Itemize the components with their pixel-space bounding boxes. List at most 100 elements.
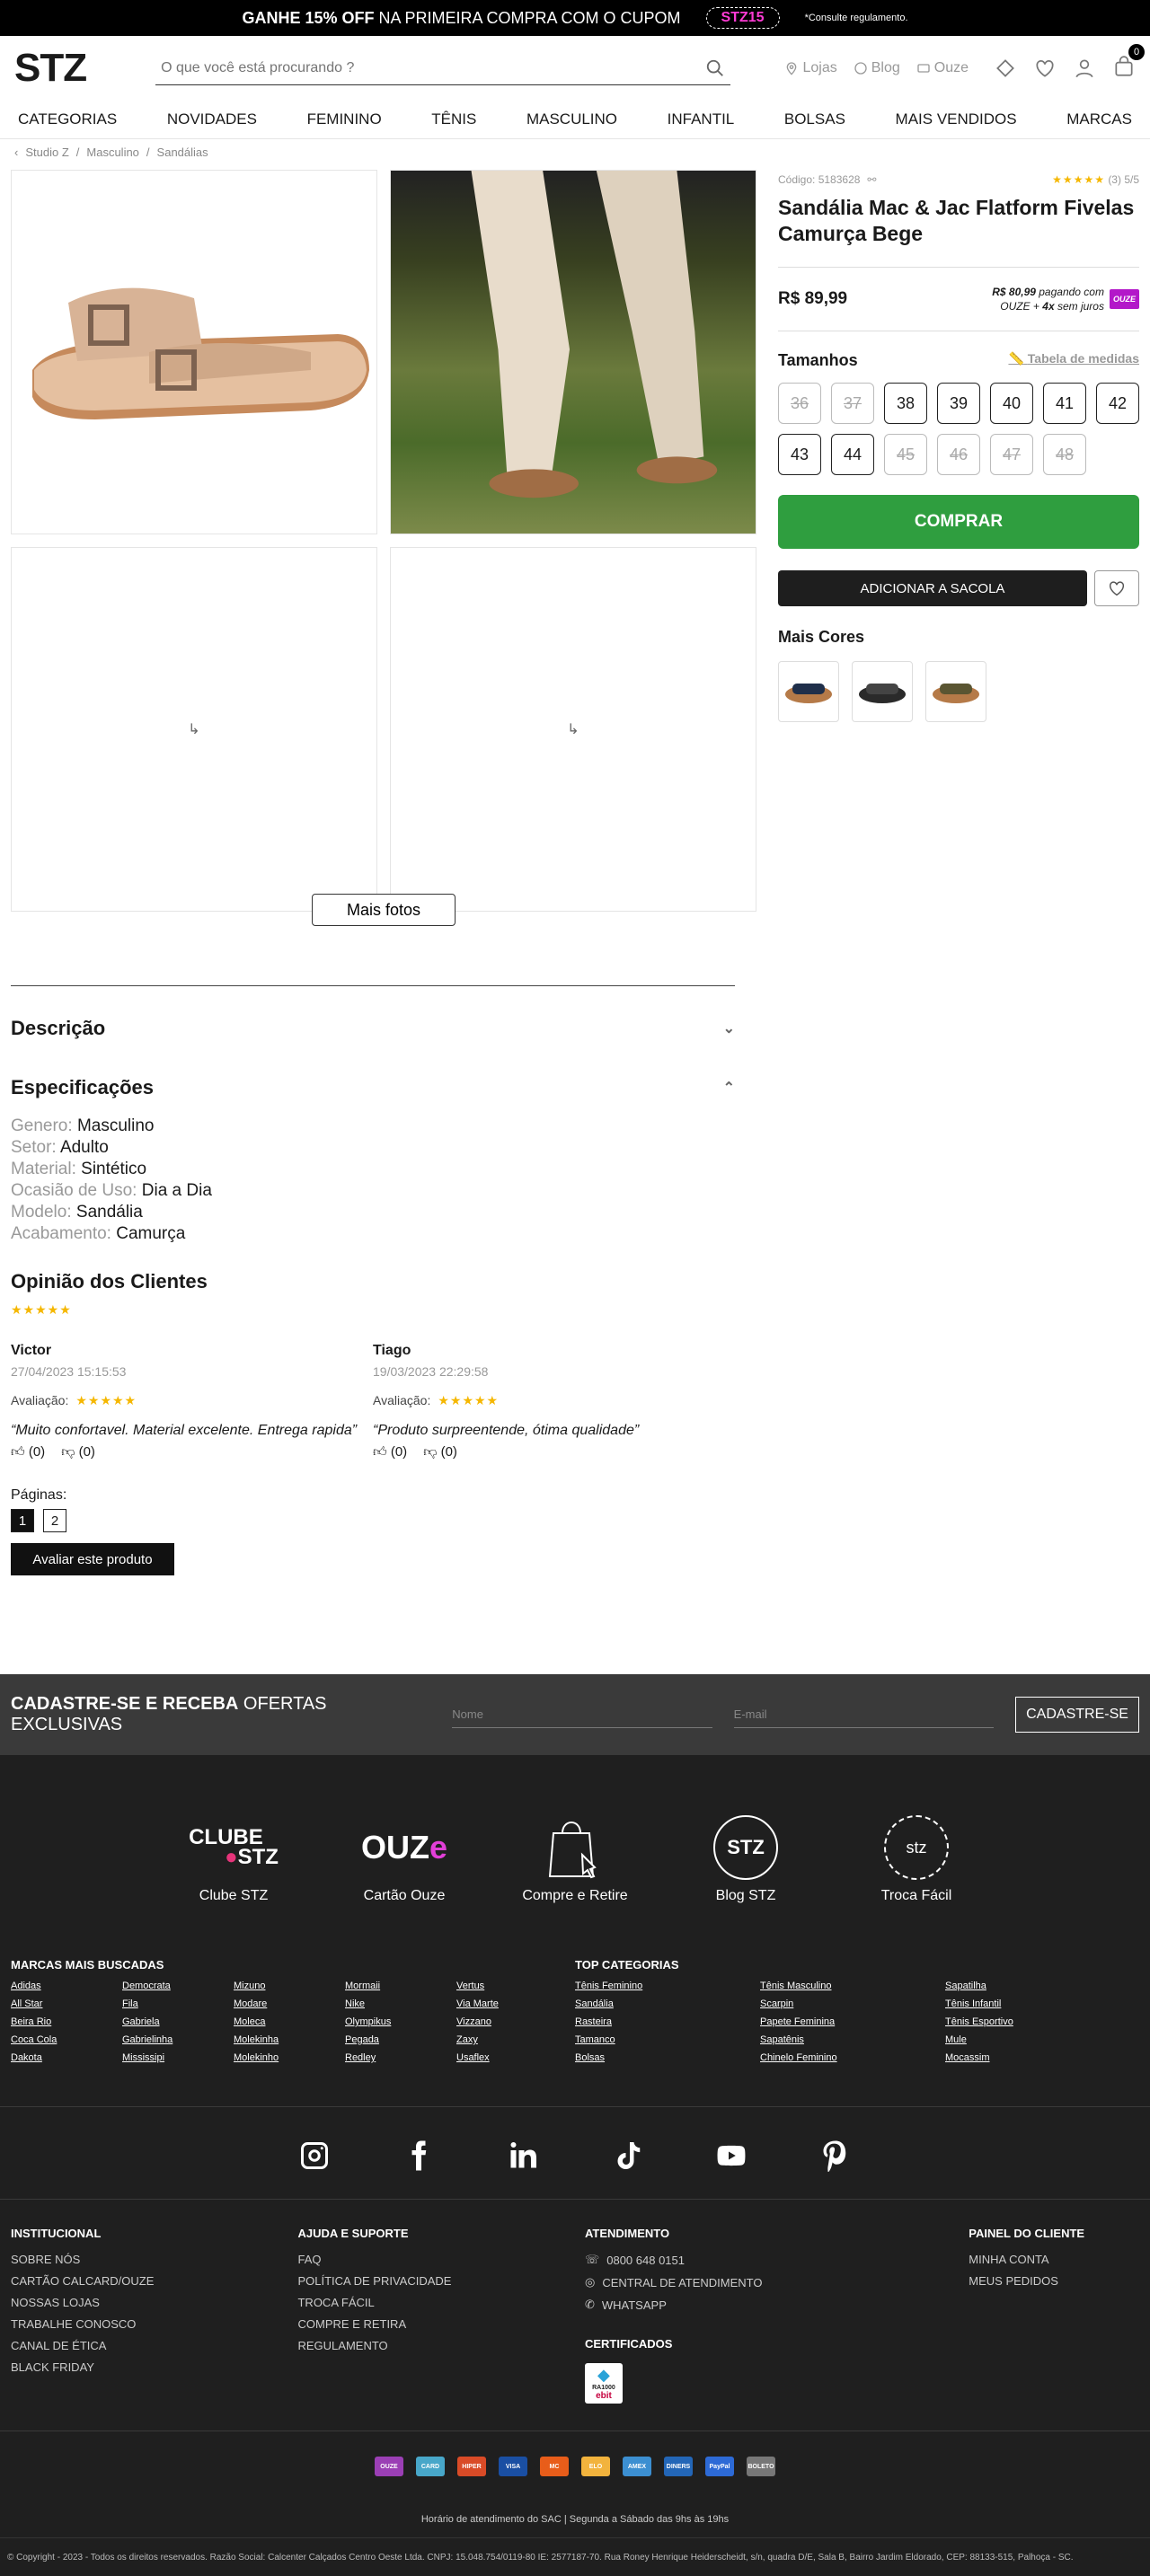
nav-tenis[interactable]: TÊNIS — [431, 110, 476, 128]
category-link[interactable]: Mule — [945, 2034, 1130, 2052]
category-link[interactable]: Tênis Feminino — [575, 1981, 760, 1998]
category-link[interactable]: Tênis Infantil — [945, 1998, 1130, 2016]
brand-link[interactable]: Gabriela — [122, 2016, 234, 2034]
specs-accordion[interactable]: Especificações ⌃ — [11, 1076, 735, 1099]
nav-marcas[interactable]: MARCAS — [1066, 110, 1132, 128]
rate-product-button[interactable]: Avaliar este produto — [11, 1543, 174, 1575]
brand-link[interactable]: Mormaii — [345, 1981, 456, 1998]
add-to-bag-button[interactable]: ADICIONAR A SACOLA — [778, 570, 1087, 606]
product-image-4[interactable]: ↳ — [390, 547, 756, 912]
page-2[interactable]: 2 — [43, 1509, 66, 1532]
linkedin-icon[interactable] — [507, 2139, 539, 2172]
service-center-link[interactable]: ◎ CENTRAL DE ATENDIMENTO — [585, 2275, 969, 2289]
instagram-icon[interactable] — [298, 2139, 331, 2172]
footer-link-painel[interactable]: MEUS PEDIDOS — [969, 2274, 1139, 2288]
breadcrumb-home[interactable]: Studio Z — [25, 146, 68, 159]
newsletter-name-input[interactable] — [452, 1701, 712, 1728]
search-icon[interactable] — [705, 58, 725, 78]
color-option-olive[interactable] — [925, 661, 986, 722]
bag-button[interactable]: 0 — [1112, 43, 1145, 83]
nav-novidades[interactable]: NOVIDADES — [167, 110, 257, 128]
category-link[interactable]: Papete Feminina — [760, 2016, 945, 2034]
brand-link[interactable]: Molekinha — [234, 2034, 345, 2052]
category-link[interactable]: Scarpin — [760, 1998, 945, 2016]
size-option-37[interactable]: 37 — [831, 383, 874, 424]
brand-link[interactable]: Adidas — [11, 1981, 122, 1998]
brand-link[interactable]: Coca Cola — [11, 2034, 122, 2052]
size-option-36[interactable]: 36 — [778, 383, 821, 424]
facebook-icon[interactable] — [402, 2139, 435, 2172]
logo[interactable]: STZ — [14, 46, 141, 91]
brand-link[interactable]: Vizzano — [456, 2016, 568, 2034]
product-image-1[interactable] — [11, 170, 377, 534]
brand-link[interactable]: Usaflex — [456, 2052, 568, 2070]
newsletter-submit-button[interactable]: CADASTRE-SE — [1015, 1697, 1139, 1733]
brand-link[interactable]: Zaxy — [456, 2034, 568, 2052]
stores-link[interactable]: Lojas — [784, 60, 837, 76]
whatsapp-link[interactable]: ✆ WHATSAPP — [585, 2298, 969, 2312]
size-option-48[interactable]: 48 — [1043, 434, 1086, 475]
tiktok-icon[interactable] — [611, 2139, 643, 2172]
color-option-black[interactable] — [852, 661, 913, 722]
category-link[interactable]: Bolsas — [575, 2052, 760, 2070]
size-table-link[interactable]: 📏 Tabela de medidas — [1008, 351, 1139, 370]
nav-mais-vendidos[interactable]: MAIS VENDIDOS — [896, 110, 1017, 128]
brand-link[interactable]: Vertus — [456, 1981, 568, 1998]
brand-link[interactable]: Moleca — [234, 2016, 345, 2034]
size-option-43[interactable]: 43 — [778, 434, 821, 475]
ouze-link[interactable]: Ouze — [916, 60, 969, 76]
nav-masculino[interactable]: MASCULINO — [526, 110, 617, 128]
category-link[interactable]: Tamanco — [575, 2034, 760, 2052]
blog-link[interactable]: Blog — [854, 60, 900, 76]
category-link[interactable]: Tênis Masculino — [760, 1981, 945, 1998]
page-1[interactable]: 1 — [11, 1509, 34, 1532]
category-link[interactable]: Chinelo Feminino — [760, 2052, 945, 2070]
feature-compre-retire[interactable]: Compre e Retire — [512, 1807, 638, 1904]
user-icon[interactable] — [1073, 57, 1096, 80]
footer-link-ajuda[interactable]: POLÍTICA DE PRIVACIDADE — [297, 2274, 584, 2288]
youtube-icon[interactable] — [715, 2139, 748, 2172]
helpful-button[interactable]: 👍︎ (0) — [11, 1444, 45, 1460]
newsletter-email-input[interactable] — [733, 1701, 995, 1728]
brand-link[interactable]: Beira Rio — [11, 2016, 122, 2034]
product-image-3[interactable]: ↳ — [11, 547, 377, 912]
footer-link-institucional[interactable]: NOSSAS LOJAS — [11, 2296, 297, 2309]
footer-link-ajuda[interactable]: TROCA FÁCIL — [297, 2296, 584, 2309]
product-image-2[interactable] — [390, 170, 756, 534]
nav-bolsas[interactable]: BOLSAS — [784, 110, 845, 128]
phone-link[interactable]: ☏ 0800 648 0151 — [585, 2253, 969, 2267]
footer-link-painel[interactable]: MINHA CONTA — [969, 2253, 1139, 2266]
nav-feminino[interactable]: FEMININO — [307, 110, 382, 128]
brand-link[interactable]: Democrata — [122, 1981, 234, 1998]
brand-link[interactable]: Mississipi — [122, 2052, 234, 2070]
category-link[interactable]: Sapatênis — [760, 2034, 945, 2052]
brand-link[interactable]: Via Marte — [456, 1998, 568, 2016]
search-input[interactable] — [161, 59, 701, 76]
size-option-38[interactable]: 38 — [884, 383, 927, 424]
brand-link[interactable]: Redley — [345, 2052, 456, 2070]
feature-troca-facil[interactable]: stz Troca Fácil — [854, 1807, 979, 1904]
size-option-42[interactable]: 42 — [1096, 383, 1139, 424]
breadcrumb-sandalias[interactable]: Sandálias — [157, 146, 208, 159]
brand-link[interactable]: Gabrielinha — [122, 2034, 234, 2052]
pinterest-icon[interactable] — [819, 2139, 852, 2172]
category-link[interactable]: Sapatilha — [945, 1981, 1130, 1998]
certificates-badges[interactable]: ◆ RA1000 ebit — [584, 2363, 623, 2404]
brand-link[interactable]: Mizuno — [234, 1981, 345, 1998]
not-helpful-button[interactable]: 👎︎ (0) — [61, 1444, 95, 1460]
size-option-41[interactable]: 41 — [1043, 383, 1086, 424]
size-option-39[interactable]: 39 — [937, 383, 980, 424]
feature-clube-stz[interactable]: CLUBE ●STZ Clube STZ — [171, 1807, 296, 1904]
nav-infantil[interactable]: INFANTIL — [668, 110, 735, 128]
breadcrumb-masculino[interactable]: Masculino — [86, 146, 139, 159]
footer-link-institucional[interactable]: BLACK FRIDAY — [11, 2360, 297, 2374]
brand-link[interactable]: Modare — [234, 1998, 345, 2016]
category-link[interactable]: Tênis Esportivo — [945, 2016, 1130, 2034]
brand-link[interactable]: Pegada — [345, 2034, 456, 2052]
brand-link[interactable]: Olympikus — [345, 2016, 456, 2034]
nav-categorias[interactable]: CATEGORIAS — [18, 110, 117, 128]
size-option-44[interactable]: 44 — [831, 434, 874, 475]
brand-link[interactable]: Fila — [122, 1998, 234, 2016]
wishlist-button[interactable] — [1094, 570, 1139, 606]
brand-link[interactable]: Nike — [345, 1998, 456, 2016]
